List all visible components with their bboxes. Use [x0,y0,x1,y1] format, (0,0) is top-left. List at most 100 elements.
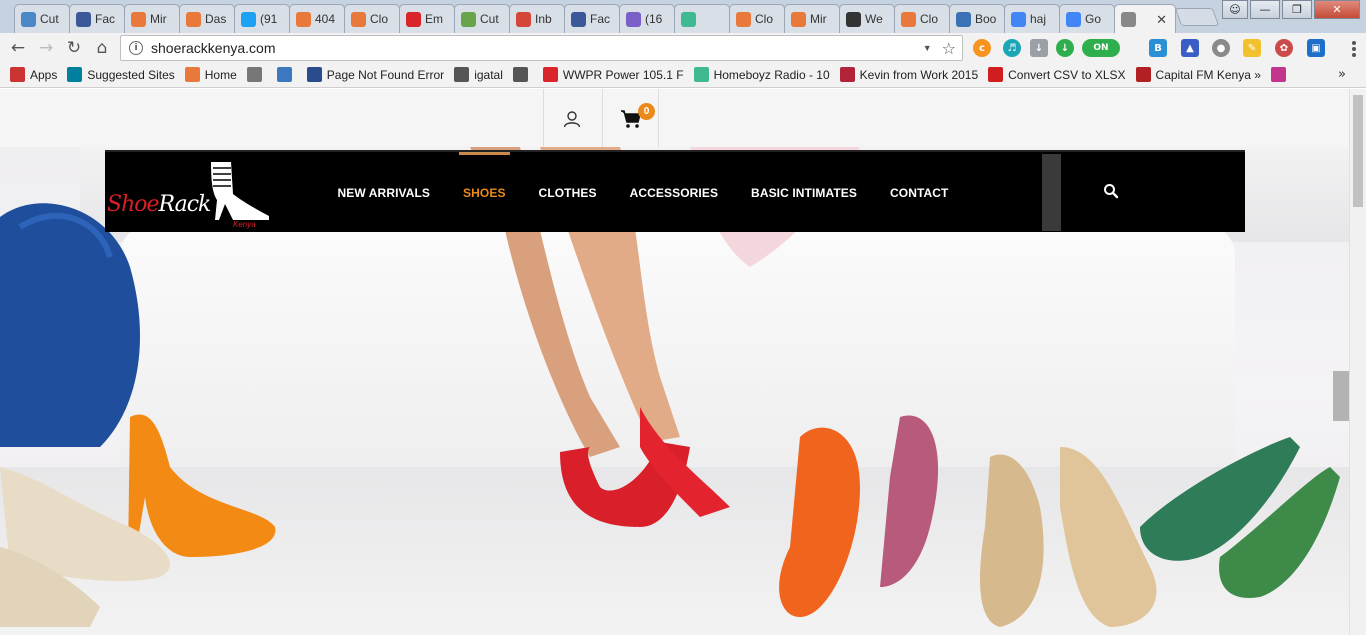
close-window-button[interactable]: ✕ [1314,0,1360,19]
browser-tab[interactable]: haj [1004,4,1060,33]
browser-tab[interactable] [674,4,730,33]
bookmark-item[interactable]: Apps [10,67,57,82]
tab-active[interactable]: ✕ [1114,4,1176,33]
purple-print-heel [880,415,939,587]
capital-fm-icon [1135,67,1151,82]
browser-tab[interactable]: 404 [289,4,345,33]
ez-icon [839,67,855,82]
flower-icon[interactable]: ✿ [1275,39,1293,57]
browser-tab[interactable]: Clo [729,4,785,33]
page-scrollbar[interactable] [1349,89,1366,635]
headphones-icon[interactable]: ♬ [1003,39,1021,57]
olx-icon [454,67,470,82]
bookmark-label: Apps [30,67,58,82]
bookmark-star-icon[interactable]: ☆ [942,39,956,58]
nav-link-new-arrivals[interactable]: NEW ARRIVALS [321,152,447,234]
browser-tab[interactable]: Das [179,4,235,33]
browser-tab[interactable]: We [839,4,895,33]
convert-icon [988,67,1004,82]
back-icon[interactable]: ← [7,37,29,59]
pencil-icon[interactable]: ✎ [1243,39,1261,57]
browser-tab[interactable]: (16 [619,4,675,33]
bookmark-item[interactable]: Capital FM Kenya » [1135,67,1261,82]
orange-peep-toe [779,427,860,617]
browser-tab[interactable]: Fac [564,4,620,33]
jh-icon [846,11,861,27]
new-tab-button[interactable] [1174,8,1220,26]
browser-tab[interactable]: Mir [784,4,840,33]
toggle-on-extension[interactable]: ON [1082,39,1120,57]
bookmark-item[interactable]: Suggested Sites [67,67,175,82]
orange-square-icon [791,11,806,27]
bookmark-item[interactable] [1270,67,1291,82]
more-bookmarks-icon[interactable]: » [1338,67,1346,82]
bookmark-item[interactable]: Page Not Found Error [306,67,445,82]
chrome-icon [21,11,36,27]
carousel-handle[interactable] [1333,371,1349,421]
address-bar[interactable]: i shoerackkenya.com ▼ ☆ [120,35,963,61]
url-text[interactable]: shoerackkenya.com [151,40,276,56]
tab-title: Inb [535,12,552,26]
browser-tab[interactable]: Clo [894,4,950,33]
search-icon[interactable] [1103,183,1119,199]
bookmark-label: WWPR Power 105.1 F [562,67,684,82]
minimize-button[interactable]: — [1250,0,1280,19]
site-info-icon[interactable]: i [129,41,143,55]
home-icon[interactable]: ⌂ [91,37,113,59]
tab-title: Cut [480,12,499,26]
globe-icon[interactable]: ● [1212,39,1230,57]
bookmark-item[interactable] [276,67,297,82]
browser-tab[interactable]: Go [1059,4,1115,33]
scrollbar-thumb[interactable] [1353,95,1363,207]
b-extension-icon[interactable]: B [1149,39,1167,57]
nav-links: NEW ARRIVALS SHOES CLOTHES ACCESSORIES BASIC… [321,152,965,234]
bookmark-item[interactable]: WWPR Power 105.1 F [542,67,684,82]
save-icon[interactable]: ↓ [1056,39,1074,57]
browser-tab[interactable]: Inb [509,4,565,33]
bookmark-item[interactable]: Kevin from Work 2015 [839,67,978,82]
tab-title: (16 [645,12,663,26]
browser-tab[interactable]: (91 [234,4,290,33]
browser-tab[interactable]: Clo [344,4,400,33]
bookmark-label: Page Not Found Error [326,67,445,82]
forward-icon[interactable]: → [35,37,57,59]
account-icon[interactable] [563,110,581,128]
download-icon[interactable]: ↓ [1030,39,1048,57]
browser-tab[interactable]: Cut [14,4,70,33]
bookmark-item[interactable] [512,67,533,82]
shoerack-logo[interactable]: ShoeRack Kenya [105,152,275,234]
window-square-icon[interactable]: ▣ [1307,39,1325,57]
nav-link-accessories[interactable]: ACCESSORIES [613,152,734,234]
maximize-button[interactable]: ❐ [1282,0,1312,19]
cart-count-badge[interactable]: 0 [638,103,655,120]
chevron-down-icon[interactable]: ▼ [923,43,932,53]
browser-tab[interactable]: Boo [949,4,1005,33]
divider [543,89,544,147]
bookmark-item[interactable]: igatal [454,67,503,82]
reload-icon[interactable]: ↻ [63,37,85,59]
bookmark-item[interactable]: Home [184,67,237,82]
bookmark-item[interactable]: Convert CSV to XLSX [988,67,1126,82]
nav-link-contact[interactable]: CONTACT [874,152,965,234]
shield-icon[interactable]: ▲ [1181,39,1199,57]
close-tab-icon[interactable]: ✕ [1156,12,1167,28]
orange-square-icon [131,11,146,27]
nav-link-basic-intimates[interactable]: BASIC INTIMATES [735,152,874,234]
browser-tab[interactable]: Mir [124,4,180,33]
bookmark-label: Suggested Sites [87,67,175,82]
nav-link-clothes[interactable]: CLOTHES [522,152,613,234]
browser-menu-icon[interactable] [1352,41,1356,57]
browser-tab[interactable]: Em [399,4,455,33]
browser-tab[interactable]: Cut [454,4,510,33]
extension-c-icon[interactable]: c [973,39,991,57]
logo-text-main: Shoe [107,192,160,217]
shoerack-bookmark-icon [246,67,262,82]
tab-title: Das [205,12,227,26]
bookmark-item[interactable] [246,67,267,82]
profile-icon[interactable]: ☺ [1222,0,1248,19]
web-page: 0 ShoeRack Kenya NEW ARRIVALS SHOES CLOT… [0,89,1349,635]
browser-tab[interactable]: Fac [69,4,125,33]
nav-link-shoes[interactable]: SHOES [447,152,523,234]
olx-icon [512,67,528,82]
bookmark-item[interactable]: Homeboyz Radio - 10 [693,67,830,82]
